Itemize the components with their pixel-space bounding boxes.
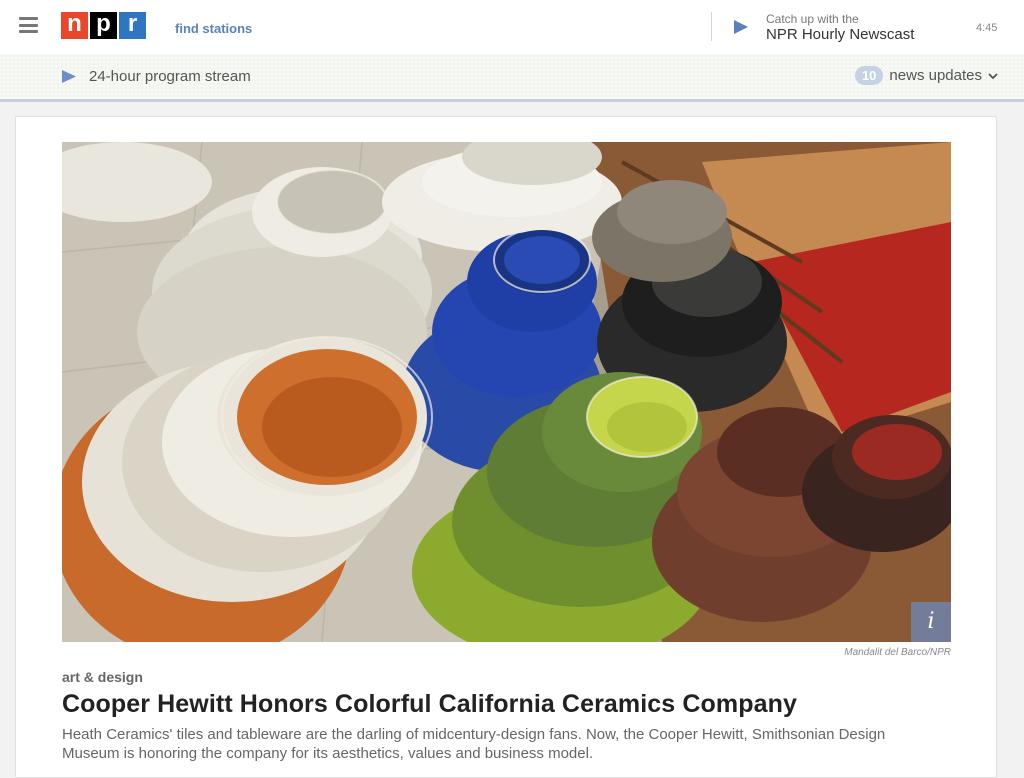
news-updates-toggle[interactable]: 10 news updates [854, 66, 998, 85]
newscast-title[interactable]: NPR Hourly Newscast [766, 26, 914, 43]
image-credit: Mandalit del Barco/NPR [844, 647, 951, 658]
logo-letter-p: p [90, 12, 117, 39]
story-slug[interactable]: art & design [62, 669, 143, 685]
newscast-duration: 4:45 [976, 22, 998, 34]
ceramics-photo [62, 142, 951, 642]
newscast-play-icon[interactable] [733, 19, 749, 40]
stream-bar: 24-hour program stream 10 news updates [0, 54, 1024, 102]
find-stations-link[interactable]: find stations [175, 21, 252, 36]
newscast-subtitle: Catch up with the [766, 12, 859, 26]
hamburger-menu-icon[interactable] [19, 17, 38, 33]
stream-play-icon[interactable] [61, 69, 77, 89]
logo-letter-n: n [61, 12, 88, 39]
story-teaser: Heath Ceramics' tiles and tableware are … [62, 726, 886, 762]
updates-count-badge: 10 [854, 66, 884, 85]
info-icon[interactable]: i [911, 602, 951, 642]
story-card: i Mandalit del Barco/NPR art & design Co… [15, 116, 997, 778]
chevron-down-icon [988, 67, 998, 85]
updates-label: news updates [889, 67, 982, 84]
header-divider [711, 12, 712, 41]
story-headline[interactable]: Cooper Hewitt Honors Colorful California… [62, 690, 962, 719]
logo-letter-r: r [119, 12, 146, 39]
npr-logo[interactable]: n p r [61, 12, 148, 39]
top-header: n p r find stations Catch up with the NP… [0, 0, 1024, 54]
program-stream-label[interactable]: 24-hour program stream [89, 68, 251, 85]
story-image[interactable]: i [62, 142, 951, 642]
